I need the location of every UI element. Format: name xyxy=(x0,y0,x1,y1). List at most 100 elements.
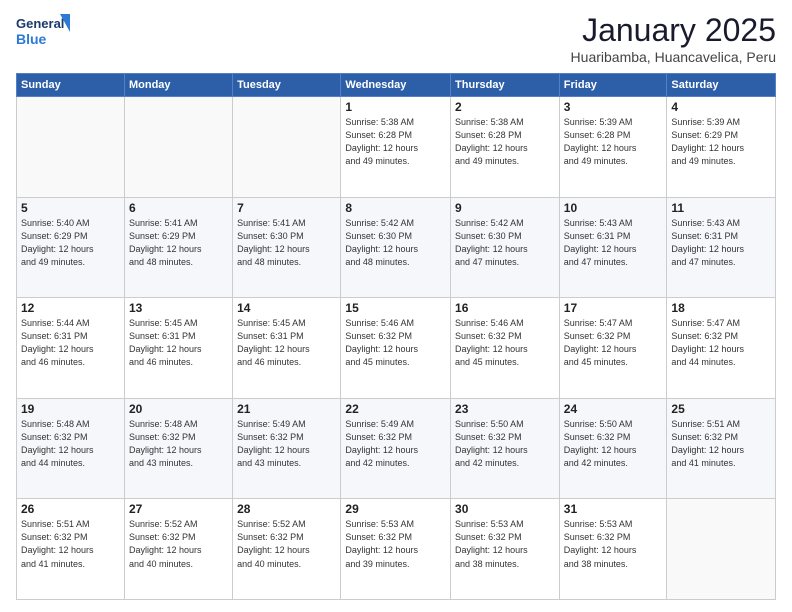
title-block: January 2025 Huaribamba, Huancavelica, P… xyxy=(571,12,776,65)
weekday-header-tuesday: Tuesday xyxy=(233,74,341,97)
calendar-cell: 27Sunrise: 5:52 AM Sunset: 6:32 PM Dayli… xyxy=(124,499,232,600)
weekday-header-friday: Friday xyxy=(559,74,667,97)
day-number: 14 xyxy=(237,301,336,315)
day-info: Sunrise: 5:49 AM Sunset: 6:32 PM Dayligh… xyxy=(345,418,446,470)
weekday-header-saturday: Saturday xyxy=(667,74,776,97)
calendar-cell xyxy=(124,97,232,198)
day-info: Sunrise: 5:43 AM Sunset: 6:31 PM Dayligh… xyxy=(671,217,771,269)
weekday-header-monday: Monday xyxy=(124,74,232,97)
day-number: 1 xyxy=(345,100,446,114)
calendar-cell: 31 Sunrise: 5:53 AM Sunset: 6:32 PM Dayli… xyxy=(559,499,667,600)
logo-svg: General Blue xyxy=(16,12,71,54)
calendar-cell: 3 Sunrise: 5:39 AM Sunset: 6:28 PM Daylig… xyxy=(559,97,667,198)
day-info: Sunrise: 5:39 AM Sunset: 6:28 PM Dayligh… xyxy=(564,116,663,168)
day-info: Sunrise: 5:45 AM Sunset: 6:31 PM Dayligh… xyxy=(129,317,228,369)
day-info: Sunrise: 5:38 AM Sunset: 6:28 PM Dayligh… xyxy=(345,116,446,168)
day-number: 28 xyxy=(237,502,336,516)
day-number: 26 xyxy=(21,502,120,516)
calendar-cell: 25Sunrise: 5:51 AM Sunset: 6:32 PM Dayli… xyxy=(667,398,776,499)
day-number: 24 xyxy=(564,402,663,416)
location-subtitle: Huaribamba, Huancavelica, Peru xyxy=(571,49,776,65)
day-info: Sunrise: 5:41 AM Sunset: 6:29 PM Dayligh… xyxy=(129,217,228,269)
day-number: 10 xyxy=(564,201,663,215)
day-info: Sunrise: 5:45 AM Sunset: 6:31 PM Dayligh… xyxy=(237,317,336,369)
day-info: Sunrise: 5:53 AM Sunset: 6:32 PM Dayligh… xyxy=(564,518,663,570)
weekday-header-sunday: Sunday xyxy=(17,74,125,97)
day-number: 12 xyxy=(21,301,120,315)
calendar-week-row: 5Sunrise: 5:40 AM Sunset: 6:29 PM Daylig… xyxy=(17,197,776,298)
calendar-cell: 6Sunrise: 5:41 AM Sunset: 6:29 PM Daylig… xyxy=(124,197,232,298)
day-info: Sunrise: 5:46 AM Sunset: 6:32 PM Dayligh… xyxy=(345,317,446,369)
day-number: 8 xyxy=(345,201,446,215)
day-number: 7 xyxy=(237,201,336,215)
calendar-week-row: 26 Sunrise: 5:51 AM Sunset: 6:32 PM Dayli… xyxy=(17,499,776,600)
calendar-cell: 1 Sunrise: 5:38 AM Sunset: 6:28 PM Daylig… xyxy=(341,97,451,198)
calendar-cell: 30Sunrise: 5:53 AM Sunset: 6:32 PM Dayli… xyxy=(451,499,560,600)
calendar-cell: 26 Sunrise: 5:51 AM Sunset: 6:32 PM Dayli… xyxy=(17,499,125,600)
calendar-cell: 4 Sunrise: 5:39 AM Sunset: 6:29 PM Daylig… xyxy=(667,97,776,198)
day-info: Sunrise: 5:51 AM Sunset: 6:32 PM Dayligh… xyxy=(671,418,771,470)
calendar-cell: 19Sunrise: 5:48 AM Sunset: 6:32 PM Dayli… xyxy=(17,398,125,499)
day-number: 5 xyxy=(21,201,120,215)
day-info: Sunrise: 5:47 AM Sunset: 6:32 PM Dayligh… xyxy=(564,317,663,369)
day-number: 16 xyxy=(455,301,555,315)
calendar-cell: 8 Sunrise: 5:42 AM Sunset: 6:30 PM Daylig… xyxy=(341,197,451,298)
day-number: 18 xyxy=(671,301,771,315)
calendar-cell xyxy=(667,499,776,600)
svg-text:Blue: Blue xyxy=(16,31,47,47)
day-info: Sunrise: 5:42 AM Sunset: 6:30 PM Dayligh… xyxy=(455,217,555,269)
month-title: January 2025 xyxy=(571,12,776,49)
day-info: Sunrise: 5:41 AM Sunset: 6:30 PM Dayligh… xyxy=(237,217,336,269)
calendar-cell: 18Sunrise: 5:47 AM Sunset: 6:32 PM Dayli… xyxy=(667,298,776,399)
day-info: Sunrise: 5:51 AM Sunset: 6:32 PM Dayligh… xyxy=(21,518,120,570)
day-number: 30 xyxy=(455,502,555,516)
calendar-cell: 7 Sunrise: 5:41 AM Sunset: 6:30 PM Daylig… xyxy=(233,197,341,298)
calendar-cell: 16 Sunrise: 5:46 AM Sunset: 6:32 PM Dayli… xyxy=(451,298,560,399)
calendar-cell: 2 Sunrise: 5:38 AM Sunset: 6:28 PM Daylig… xyxy=(451,97,560,198)
calendar-week-row: 12 Sunrise: 5:44 AM Sunset: 6:31 PM Dayli… xyxy=(17,298,776,399)
day-info: Sunrise: 5:48 AM Sunset: 6:32 PM Dayligh… xyxy=(21,418,120,470)
day-number: 3 xyxy=(564,100,663,114)
day-info: Sunrise: 5:50 AM Sunset: 6:32 PM Dayligh… xyxy=(455,418,555,470)
calendar-cell: 22Sunrise: 5:49 AM Sunset: 6:32 PM Dayli… xyxy=(341,398,451,499)
day-number: 13 xyxy=(129,301,228,315)
day-info: Sunrise: 5:42 AM Sunset: 6:30 PM Dayligh… xyxy=(345,217,446,269)
day-number: 17 xyxy=(564,301,663,315)
day-number: 9 xyxy=(455,201,555,215)
weekday-header-wednesday: Wednesday xyxy=(341,74,451,97)
day-info: Sunrise: 5:38 AM Sunset: 6:28 PM Dayligh… xyxy=(455,116,555,168)
calendar-cell: 12 Sunrise: 5:44 AM Sunset: 6:31 PM Dayli… xyxy=(17,298,125,399)
calendar-cell: 20 Sunrise: 5:48 AM Sunset: 6:32 PM Dayli… xyxy=(124,398,232,499)
day-number: 15 xyxy=(345,301,446,315)
day-info: Sunrise: 5:50 AM Sunset: 6:32 PM Dayligh… xyxy=(564,418,663,470)
calendar-week-row: 1 Sunrise: 5:38 AM Sunset: 6:28 PM Daylig… xyxy=(17,97,776,198)
day-info: Sunrise: 5:39 AM Sunset: 6:29 PM Dayligh… xyxy=(671,116,771,168)
calendar-header-row: SundayMondayTuesdayWednesdayThursdayFrid… xyxy=(17,74,776,97)
weekday-header-thursday: Thursday xyxy=(451,74,560,97)
day-info: Sunrise: 5:52 AM Sunset: 6:32 PM Dayligh… xyxy=(129,518,228,570)
calendar-cell: 9 Sunrise: 5:42 AM Sunset: 6:30 PM Daylig… xyxy=(451,197,560,298)
day-info: Sunrise: 5:49 AM Sunset: 6:32 PM Dayligh… xyxy=(237,418,336,470)
day-number: 4 xyxy=(671,100,771,114)
day-number: 2 xyxy=(455,100,555,114)
day-number: 31 xyxy=(564,502,663,516)
calendar-cell: 14 Sunrise: 5:45 AM Sunset: 6:31 PM Dayli… xyxy=(233,298,341,399)
calendar-cell: 5Sunrise: 5:40 AM Sunset: 6:29 PM Daylig… xyxy=(17,197,125,298)
day-number: 20 xyxy=(129,402,228,416)
calendar-cell: 13 Sunrise: 5:45 AM Sunset: 6:31 PM Dayli… xyxy=(124,298,232,399)
day-info: Sunrise: 5:53 AM Sunset: 6:32 PM Dayligh… xyxy=(345,518,446,570)
calendar: SundayMondayTuesdayWednesdayThursdayFrid… xyxy=(16,73,776,600)
calendar-week-row: 19Sunrise: 5:48 AM Sunset: 6:32 PM Dayli… xyxy=(17,398,776,499)
calendar-cell: 21Sunrise: 5:49 AM Sunset: 6:32 PM Dayli… xyxy=(233,398,341,499)
calendar-cell: 11 Sunrise: 5:43 AM Sunset: 6:31 PM Dayli… xyxy=(667,197,776,298)
day-number: 23 xyxy=(455,402,555,416)
day-info: Sunrise: 5:48 AM Sunset: 6:32 PM Dayligh… xyxy=(129,418,228,470)
day-info: Sunrise: 5:43 AM Sunset: 6:31 PM Dayligh… xyxy=(564,217,663,269)
day-info: Sunrise: 5:46 AM Sunset: 6:32 PM Dayligh… xyxy=(455,317,555,369)
calendar-cell: 15 Sunrise: 5:46 AM Sunset: 6:32 PM Dayli… xyxy=(341,298,451,399)
calendar-cell: 28Sunrise: 5:52 AM Sunset: 6:32 PM Dayli… xyxy=(233,499,341,600)
calendar-cell: 29Sunrise: 5:53 AM Sunset: 6:32 PM Dayli… xyxy=(341,499,451,600)
day-info: Sunrise: 5:44 AM Sunset: 6:31 PM Dayligh… xyxy=(21,317,120,369)
svg-text:General: General xyxy=(16,16,64,31)
day-number: 11 xyxy=(671,201,771,215)
